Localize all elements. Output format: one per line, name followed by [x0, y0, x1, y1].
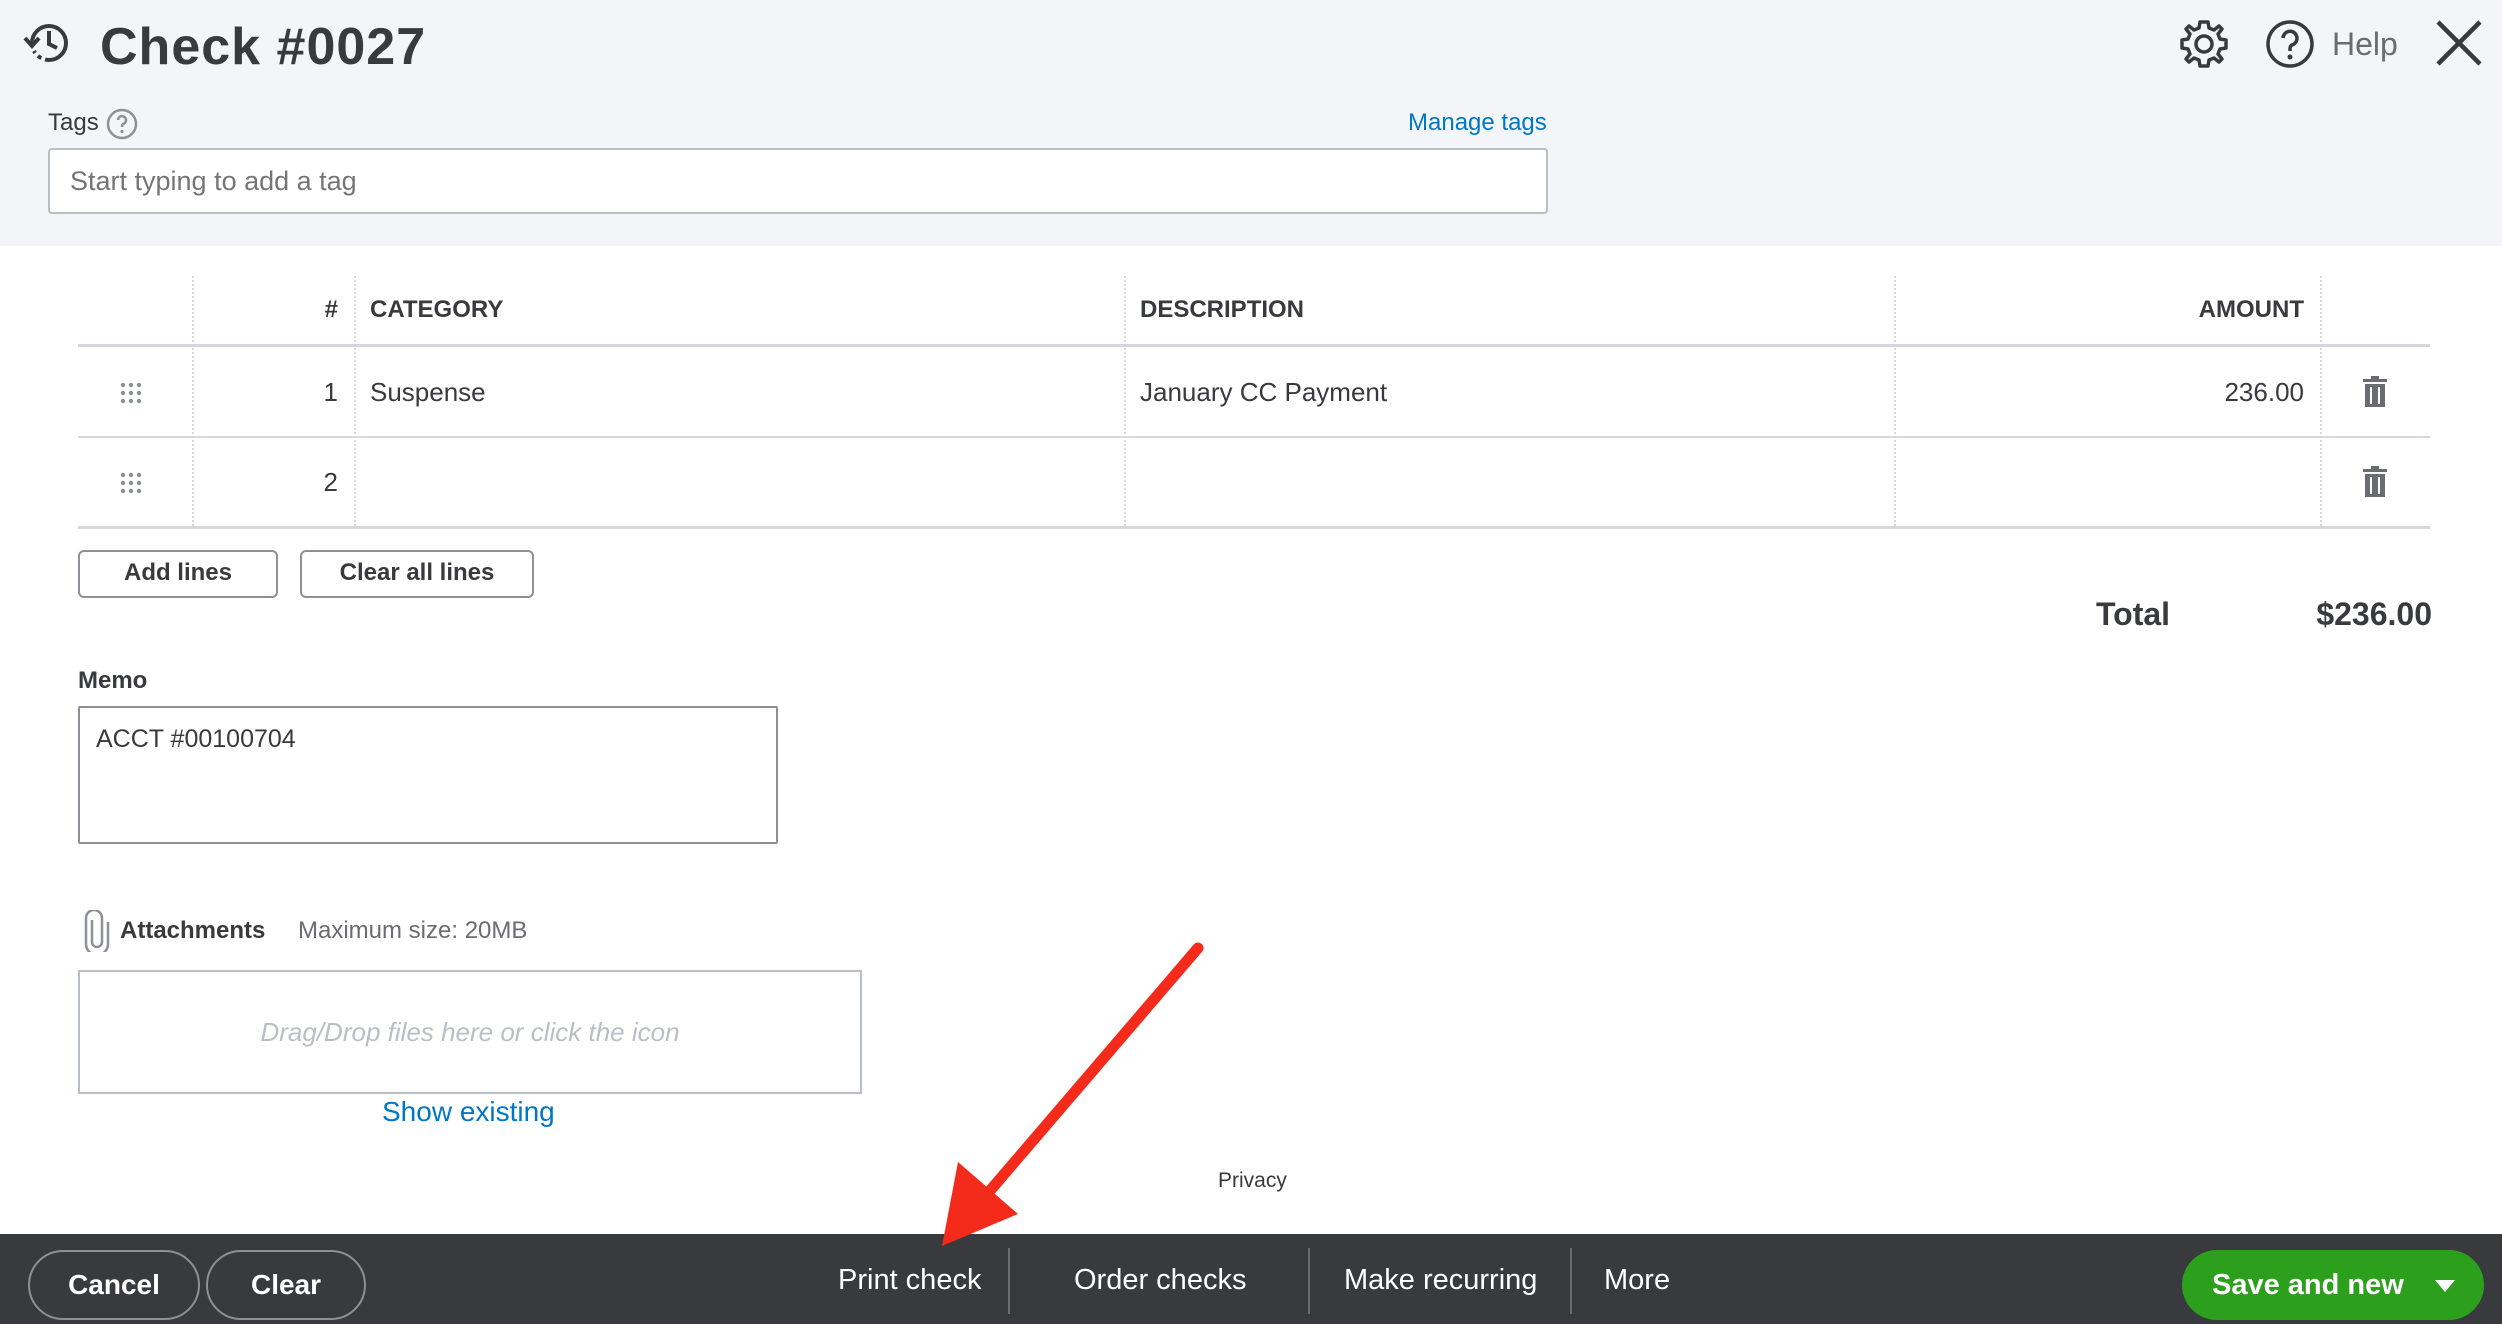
make-recurring-link[interactable]: Make recurring	[1344, 1260, 1537, 1300]
tags-input[interactable]	[48, 148, 1548, 214]
row-number: 2	[323, 467, 338, 497]
column-divider	[354, 276, 356, 526]
tags-label: Tags	[48, 109, 99, 136]
attachment-dropzone[interactable]: Drag/Drop files here or click the icon	[78, 970, 862, 1094]
footer-divider	[1570, 1248, 1572, 1314]
trash-icon[interactable]	[2362, 466, 2388, 498]
drag-handle-icon[interactable]	[120, 472, 142, 494]
column-header-description: DESCRIPTION	[1140, 296, 1305, 323]
total-value: $236.00	[2316, 596, 2432, 632]
column-header-number: #	[324, 296, 338, 323]
row-number: 1	[323, 377, 338, 407]
cancel-button[interactable]: Cancel	[28, 1250, 200, 1320]
memo-label: Memo	[78, 667, 148, 694]
manage-tags-link[interactable]: Manage tags	[1408, 106, 1547, 140]
print-check-link[interactable]: Print check	[838, 1260, 981, 1300]
page-title: Check #0027	[100, 18, 427, 76]
trash-icon[interactable]	[2362, 376, 2388, 408]
memo-field[interactable]: ACCT #00100704	[78, 706, 778, 844]
column-divider	[1894, 276, 1896, 526]
table-header-divider	[78, 344, 2430, 347]
show-existing-link[interactable]: Show existing	[382, 1092, 555, 1132]
more-link[interactable]: More	[1604, 1260, 1670, 1300]
drag-handle-icon[interactable]	[120, 382, 142, 404]
row-category[interactable]: Suspense	[370, 372, 486, 412]
row-divider	[78, 436, 2430, 438]
column-divider	[192, 276, 194, 526]
help-icon[interactable]	[2264, 18, 2316, 70]
column-divider	[2320, 276, 2322, 526]
privacy-link[interactable]: Privacy	[1218, 1166, 1287, 1196]
gear-icon[interactable]	[2178, 18, 2230, 70]
history-icon[interactable]	[22, 16, 76, 70]
save-and-new-label[interactable]: Save and new	[2212, 1250, 2404, 1320]
row-description[interactable]: January CC Payment	[1140, 372, 1387, 412]
clear-all-lines-button[interactable]: Clear all lines	[300, 550, 534, 598]
chevron-down-icon[interactable]	[2432, 1276, 2458, 1296]
footer-divider	[1308, 1248, 1310, 1314]
add-lines-button[interactable]: Add lines	[78, 550, 278, 598]
column-header-category: CATEGORY	[370, 296, 504, 323]
close-icon[interactable]	[2434, 18, 2484, 68]
annotation-arrow	[942, 942, 1204, 1246]
row-amount[interactable]: 236.00	[2100, 372, 2304, 412]
help-link[interactable]: Help	[2332, 22, 2398, 66]
max-size-note: Maximum size: 20MB	[298, 917, 528, 944]
info-icon[interactable]	[106, 108, 138, 140]
footer-bar	[0, 1234, 2502, 1324]
paperclip-icon[interactable]	[84, 910, 110, 952]
clear-button[interactable]: Clear	[206, 1250, 366, 1320]
order-checks-link[interactable]: Order checks	[1074, 1260, 1246, 1300]
total-label: Total	[2096, 596, 2171, 632]
column-header-amount: AMOUNT	[2198, 296, 2304, 323]
attachments-label: Attachments	[120, 917, 266, 944]
table-bottom-divider	[78, 526, 2430, 529]
column-divider	[1124, 276, 1126, 526]
